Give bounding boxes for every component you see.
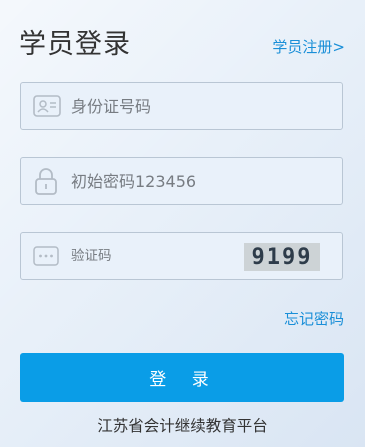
- login-button[interactable]: 登 录: [20, 353, 344, 402]
- id-number-input[interactable]: [71, 83, 331, 129]
- captcha-image[interactable]: 9199: [244, 243, 320, 271]
- id-number-field[interactable]: [20, 82, 343, 130]
- password-field[interactable]: [20, 157, 343, 205]
- id-card-icon: [33, 95, 61, 117]
- captcha-input[interactable]: [71, 233, 231, 279]
- password-input[interactable]: [71, 158, 331, 204]
- forgot-password-link[interactable]: 忘记密码: [284, 308, 344, 329]
- platform-name: 江苏省会计继续教育平台: [97, 417, 268, 435]
- page-title: 学员登录: [19, 29, 131, 60]
- captcha-field[interactable]: 9199: [20, 232, 343, 280]
- register-link[interactable]: 学员注册>: [272, 36, 345, 57]
- dots-icon: [33, 246, 59, 266]
- lock-icon: [33, 167, 59, 195]
